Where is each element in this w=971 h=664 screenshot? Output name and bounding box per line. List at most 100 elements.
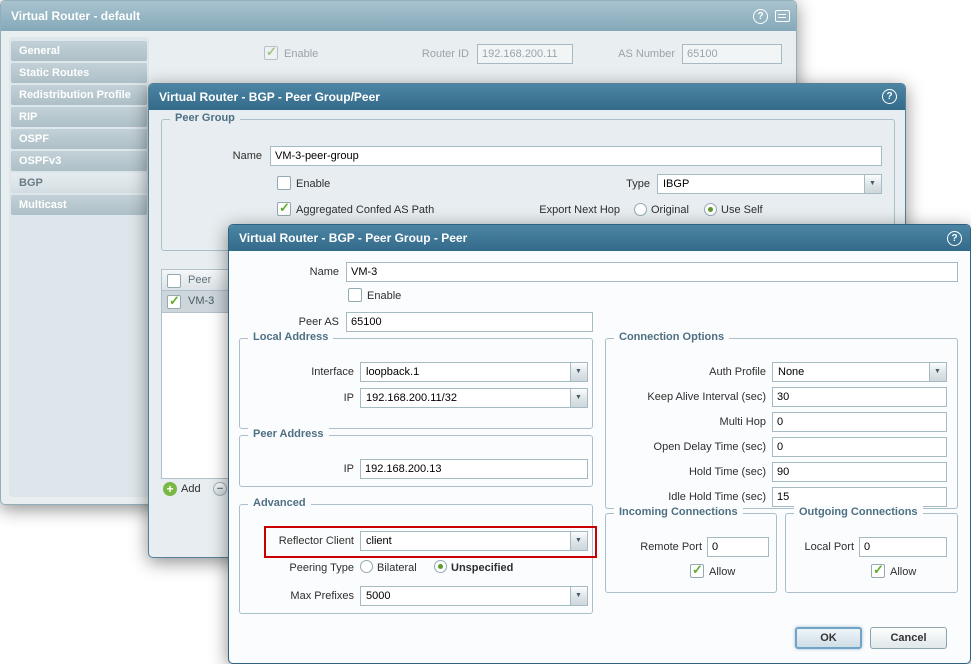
auth-profile-label: Auth Profile [614,366,766,378]
sidebar-item-general[interactable]: General [11,41,147,61]
export-original-label: Original [651,204,689,216]
outgoing-allow-label: Allow [890,566,916,578]
type-label: Type [582,178,650,190]
local-ip-label: IP [266,392,354,404]
open-delay-label: Open Delay Time (sec) [614,441,766,453]
open-delay-field[interactable] [772,437,947,457]
as-number-field [682,44,782,64]
peer-dialog-header: Virtual Router - BGP - Peer Group - Peer… [229,225,970,251]
help-icon[interactable]: ? [947,231,962,246]
chevron-down-icon[interactable] [570,389,587,407]
outgoing-allow-checkbox[interactable] [871,564,885,578]
local-port-field[interactable] [859,537,947,557]
outgoing-connections-legend: Outgoing Connections [794,506,923,518]
aggregated-confed-label: Aggregated Confed AS Path [296,204,434,216]
peer-ip-field[interactable] [360,459,588,479]
sidebar-item-redistribution-profile[interactable]: Redistribution Profile [11,85,147,105]
remote-port-label: Remote Port [610,541,702,553]
row-select-checkbox[interactable] [167,295,181,309]
peering-type-label: Peering Type [268,562,354,574]
dialog-title: Virtual Router - BGP - Peer Group/Peer [159,90,380,104]
sidebar-item-ospfv3[interactable]: OSPFv3 [11,151,147,171]
chevron-down-icon[interactable] [929,363,946,381]
hold-time-field[interactable] [772,462,947,482]
local-address-legend: Local Address [248,331,333,343]
router-sidebar: General Static Routes Redistribution Pro… [9,37,149,497]
sidebar-item-bgp[interactable]: BGP [11,173,147,193]
peer-group-name-field[interactable] [270,146,882,166]
export-use-self-radio[interactable] [704,203,717,216]
dialog-title: Virtual Router - BGP - Peer Group - Peer [239,231,467,245]
delete-icon[interactable] [213,482,227,496]
cancel-button[interactable]: Cancel [870,627,947,649]
window-icon[interactable] [775,10,790,22]
unspecified-label: Unspecified [451,562,513,574]
ok-button[interactable]: OK [795,627,862,649]
outgoing-connections-section: Outgoing Connections Local Port Allow [785,513,958,593]
hold-time-label: Hold Time (sec) [614,466,766,478]
local-ip-dropdown[interactable]: 192.168.200.11/32 [360,388,588,408]
bilateral-label: Bilateral [377,562,417,574]
peer-group-name-label: Name [190,150,262,162]
max-prefixes-dropdown[interactable]: 5000 [360,586,588,606]
dialog-title: Virtual Router - default [11,9,140,23]
keep-alive-field[interactable] [772,387,947,407]
type-dropdown[interactable]: IBGP [657,174,882,194]
unspecified-radio[interactable] [434,560,447,573]
sidebar-item-static-routes[interactable]: Static Routes [11,63,147,83]
export-original-radio[interactable] [634,203,647,216]
peer-column-header: Peer [188,274,211,286]
as-number-label: AS Number [607,48,675,60]
bilateral-radio[interactable] [360,560,373,573]
incoming-connections-section: Incoming Connections Remote Port Allow [605,513,777,593]
remote-port-field[interactable] [707,537,769,557]
incoming-connections-legend: Incoming Connections [614,506,743,518]
advanced-section: Advanced Reflector Client client Peering… [239,504,593,614]
peer-name-field[interactable] [346,262,958,282]
router-id-label: Router ID [399,48,469,60]
multi-hop-field[interactable] [772,412,947,432]
local-port-label: Local Port [788,541,854,553]
auth-profile-dropdown[interactable]: None [772,362,947,382]
reflector-client-dropdown[interactable]: client [360,531,588,551]
peer-group-enable-checkbox[interactable] [277,176,291,190]
peer-as-field[interactable] [346,312,593,332]
peer-ip-label: IP [266,463,354,475]
chevron-down-icon[interactable] [570,532,587,550]
chevron-down-icon[interactable] [570,363,587,381]
advanced-legend: Advanced [248,497,311,509]
peer-dialog: Virtual Router - BGP - Peer Group - Peer… [228,224,971,664]
interface-dropdown[interactable]: loopback.1 [360,362,588,382]
sidebar-item-rip[interactable]: RIP [11,107,147,127]
peer-address-section: Peer Address IP [239,435,593,487]
peer-group-dialog-header: Virtual Router - BGP - Peer Group/Peer ? [149,84,905,110]
help-icon[interactable]: ? [882,89,897,104]
chevron-down-icon[interactable] [570,587,587,605]
add-button[interactable]: Add [181,483,201,495]
local-address-section: Local Address Interface loopback.1 IP 19… [239,338,593,429]
connection-options-legend: Connection Options [614,331,729,343]
peer-group-legend: Peer Group [170,112,240,124]
chevron-down-icon[interactable] [864,175,881,193]
peer-name-label: Name [269,266,339,278]
aggregated-confed-checkbox[interactable] [277,202,291,216]
max-prefixes-label: Max Prefixes [268,590,354,602]
select-all-checkbox[interactable] [167,274,181,288]
incoming-allow-label: Allow [709,566,735,578]
idle-hold-time-label: Idle Hold Time (sec) [614,491,766,503]
router-enable-label: Enable [284,48,318,60]
keep-alive-label: Keep Alive Interval (sec) [614,391,766,403]
peer-enable-label: Enable [367,290,401,302]
help-icon[interactable]: ? [753,9,768,24]
incoming-allow-checkbox[interactable] [690,564,704,578]
virtual-router-dialog-header: Virtual Router - default ? [1,1,796,31]
idle-hold-time-field[interactable] [772,487,947,507]
peer-enable-checkbox[interactable] [348,288,362,302]
export-next-hop-label: Export Next Hop [517,204,620,216]
sidebar-item-ospf[interactable]: OSPF [11,129,147,149]
connection-options-section: Connection Options Auth Profile None Kee… [605,338,958,509]
router-id-field [477,44,573,64]
screen: Virtual Router - default ? General Stati… [0,0,971,664]
add-icon[interactable] [163,482,177,496]
sidebar-item-multicast[interactable]: Multicast [11,195,147,215]
